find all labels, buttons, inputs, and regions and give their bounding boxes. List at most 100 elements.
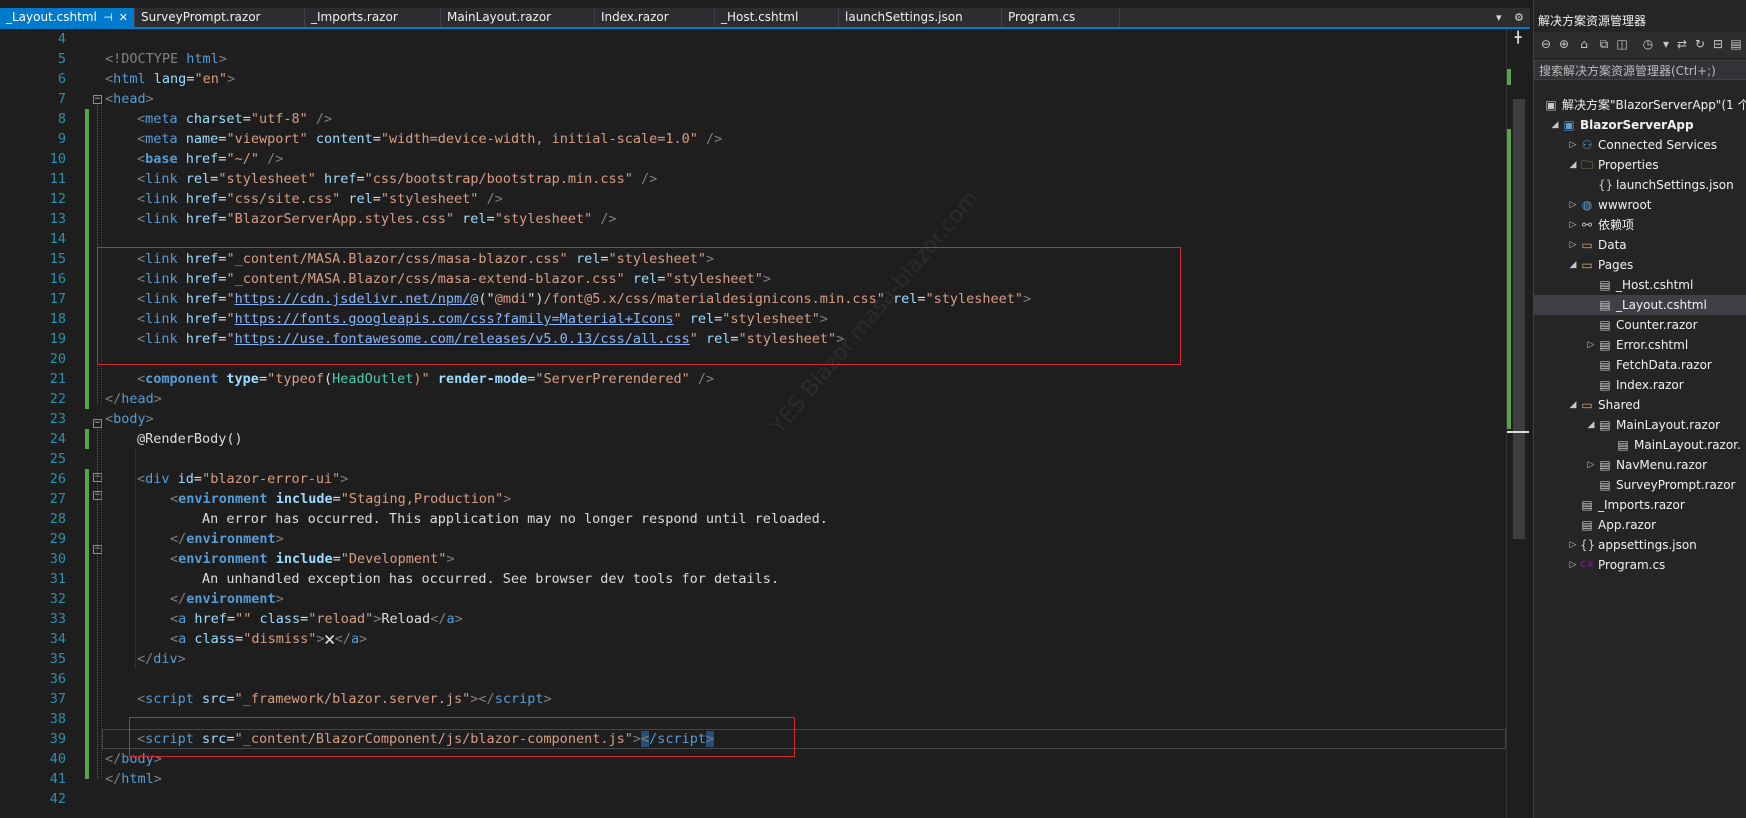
collapse-arrow-icon[interactable]: ▷ bbox=[1586, 455, 1596, 475]
code-token: > bbox=[153, 391, 162, 407]
panel-title: 解决方案资源管理器 bbox=[1538, 14, 1647, 28]
tab-layout-cshtml[interactable]: _Layout.cshtml ⊣ ✕ bbox=[0, 8, 135, 27]
tree-item[interactable]: ▤ _Imports.razor bbox=[1534, 495, 1746, 515]
code-token: > bbox=[275, 531, 284, 547]
tree-item[interactable]: ◢ 🗀 Properties bbox=[1534, 155, 1746, 175]
code-token: src bbox=[202, 691, 227, 707]
tree-item[interactable]: ▷ ⚇ Connected Services bbox=[1534, 135, 1746, 155]
collapse-icon[interactable]: ⊟ bbox=[1710, 36, 1726, 52]
tab-imports[interactable]: _Imports.razor bbox=[305, 8, 441, 27]
back-icon[interactable]: ⊖ bbox=[1538, 36, 1554, 52]
scroll-change-marker bbox=[1507, 129, 1511, 429]
expand-arrow-icon[interactable]: ◢ bbox=[1550, 115, 1560, 135]
code-line: <meta charset="utf-8" /> bbox=[137, 109, 332, 129]
search-input[interactable]: 搜索解决方案资源管理器(Ctrl+;) bbox=[1534, 60, 1746, 80]
tree-item[interactable]: ▷ ▤ NavMenu.razor bbox=[1534, 455, 1746, 475]
tab-host[interactable]: _Host.cshtml bbox=[715, 8, 839, 27]
fold-toggle[interactable]: − bbox=[93, 95, 102, 104]
expand-arrow-icon[interactable]: ◢ bbox=[1568, 255, 1578, 275]
collapse-arrow-icon[interactable]: ▷ bbox=[1568, 215, 1578, 235]
tab-program[interactable]: Program.cs bbox=[1002, 8, 1120, 27]
tree-item[interactable]: ◢ ▭ Shared bbox=[1534, 395, 1746, 415]
code-line: <html lang="en"> bbox=[105, 69, 235, 89]
chevron-down-icon[interactable]: ▾ bbox=[1496, 8, 1502, 27]
collapse-arrow-icon[interactable]: ▷ bbox=[1568, 235, 1578, 255]
line-number: 30 bbox=[49, 551, 66, 567]
sync-icon[interactable]: ⇄ bbox=[1674, 36, 1690, 52]
fold-toggle[interactable]: − bbox=[93, 419, 102, 428]
expand-arrow-icon[interactable]: ◢ bbox=[1586, 415, 1596, 435]
expand-arrow-icon[interactable]: ◢ bbox=[1568, 155, 1578, 175]
code-token: "BlazorServerApp.styles.css" bbox=[226, 211, 455, 227]
tree-item[interactable]: ▤ _Host.cshtml bbox=[1534, 275, 1746, 295]
collapse-arrow-icon[interactable]: ▷ bbox=[1568, 535, 1578, 555]
tab-label: launchSettings.json bbox=[845, 10, 963, 24]
tree-item[interactable]: ▤ FetchData.razor bbox=[1534, 355, 1746, 375]
code-line: </environment> bbox=[170, 529, 284, 549]
tree-item[interactable]: ▷ ▭ Data bbox=[1534, 235, 1746, 255]
code-token: href bbox=[185, 191, 219, 207]
home-icon[interactable]: ⌂ bbox=[1576, 36, 1592, 52]
razor-icon: ▤ bbox=[1581, 498, 1593, 512]
tab-surveyprompt[interactable]: SurveyPrompt.razor bbox=[135, 8, 305, 27]
tree-item[interactable]: ◢ ▭ Pages bbox=[1534, 255, 1746, 275]
gear-icon[interactable]: ⚙ bbox=[1514, 8, 1524, 27]
vs-icon[interactable]: ⧉ bbox=[1596, 36, 1612, 52]
code-token: script bbox=[145, 691, 203, 707]
code-line: <environment include="Development"> bbox=[170, 549, 455, 569]
tree-item[interactable]: ▤ MainLayout.razor. bbox=[1534, 435, 1746, 455]
pin-icon[interactable]: ⊣ bbox=[103, 8, 113, 27]
line-number: 20 bbox=[49, 351, 66, 367]
tab-index[interactable]: Index.razor bbox=[595, 8, 715, 27]
collapse-arrow-icon[interactable]: ▷ bbox=[1586, 335, 1596, 355]
collapse-arrow-icon[interactable]: ▷ bbox=[1568, 135, 1578, 155]
vertical-scrollbar[interactable]: ╋ bbox=[1506, 29, 1531, 818]
tree-item[interactable]: ▷ C# Program.cs bbox=[1534, 555, 1746, 575]
code-token: environment bbox=[178, 551, 276, 567]
tree-item[interactable]: ▤ App.razor bbox=[1534, 515, 1746, 535]
scrollbar-thumb[interactable] bbox=[1513, 99, 1525, 539]
code-token: </ bbox=[105, 751, 122, 767]
code-token: @RenderBody() bbox=[137, 431, 243, 447]
line-number: 35 bbox=[49, 651, 66, 667]
close-icon[interactable]: ✕ bbox=[119, 8, 128, 27]
code-token: = bbox=[372, 191, 381, 207]
code-token: "en" bbox=[194, 71, 227, 87]
tree-item[interactable]: ▤ _Layout.cshtml bbox=[1534, 295, 1746, 315]
code-token: = bbox=[226, 691, 235, 707]
code-token: An error has occurred. This application … bbox=[202, 511, 828, 527]
tree-item[interactable]: ▷ ◍ wwwroot bbox=[1534, 195, 1746, 215]
tree-item[interactable]: ◢ ▣ BlazorServerApp bbox=[1534, 115, 1746, 135]
forward-icon[interactable]: ⊕ bbox=[1556, 36, 1572, 52]
refresh-icon[interactable]: ↻ bbox=[1692, 36, 1708, 52]
chevron-down-icon[interactable]: ▾ bbox=[1658, 36, 1674, 52]
vs-icon[interactable]: ◫ bbox=[1614, 36, 1630, 52]
tree-item[interactable]: ▤ Index.razor bbox=[1534, 375, 1746, 395]
properties-icon[interactable]: ▤ bbox=[1728, 36, 1744, 52]
code-token: < bbox=[105, 411, 114, 427]
tab-mainlayout[interactable]: MainLayout.razor bbox=[441, 8, 595, 27]
expand-arrow-icon[interactable]: ◢ bbox=[1568, 395, 1578, 415]
tree-item[interactable]: ▷{} appsettings.json bbox=[1534, 535, 1746, 555]
tree-item-label: Pages bbox=[1598, 258, 1634, 272]
tree-item[interactable]: ▤ Counter.razor bbox=[1534, 315, 1746, 335]
change-marker bbox=[85, 429, 89, 449]
split-icon[interactable]: ╋ bbox=[1511, 31, 1525, 45]
tree-item[interactable]: ▷ ▤ Error.cshtml bbox=[1534, 335, 1746, 355]
code-line: <link href="css/site.css" rel="styleshee… bbox=[137, 189, 503, 209]
tree-item[interactable]: ▷ ⚯ 依赖项 bbox=[1534, 215, 1746, 235]
line-number: 17 bbox=[49, 291, 66, 307]
code-editor[interactable]: _Layout.cshtml ⊣ ✕ SurveyPrompt.razor _I… bbox=[0, 0, 1531, 818]
collapse-arrow-icon[interactable]: ▷ bbox=[1568, 195, 1578, 215]
history-icon[interactable]: ◷ bbox=[1640, 36, 1656, 52]
tree-item[interactable]: ▤ SurveyPrompt.razor bbox=[1534, 475, 1746, 495]
tree-item[interactable]: ◢ ▤ MainLayout.razor bbox=[1534, 415, 1746, 435]
line-number: 31 bbox=[49, 571, 66, 587]
tab-launchsettings[interactable]: launchSettings.json bbox=[839, 8, 1002, 27]
code-token: id bbox=[177, 471, 194, 487]
line-number: 12 bbox=[49, 191, 66, 207]
tree-item[interactable]: {} launchSettings.json bbox=[1534, 175, 1746, 195]
collapse-arrow-icon[interactable]: ▷ bbox=[1568, 555, 1578, 575]
tree-item[interactable]: ▣ 解决方案"BlazorServerApp"(1 个 bbox=[1534, 95, 1746, 115]
code-token: = bbox=[486, 211, 495, 227]
